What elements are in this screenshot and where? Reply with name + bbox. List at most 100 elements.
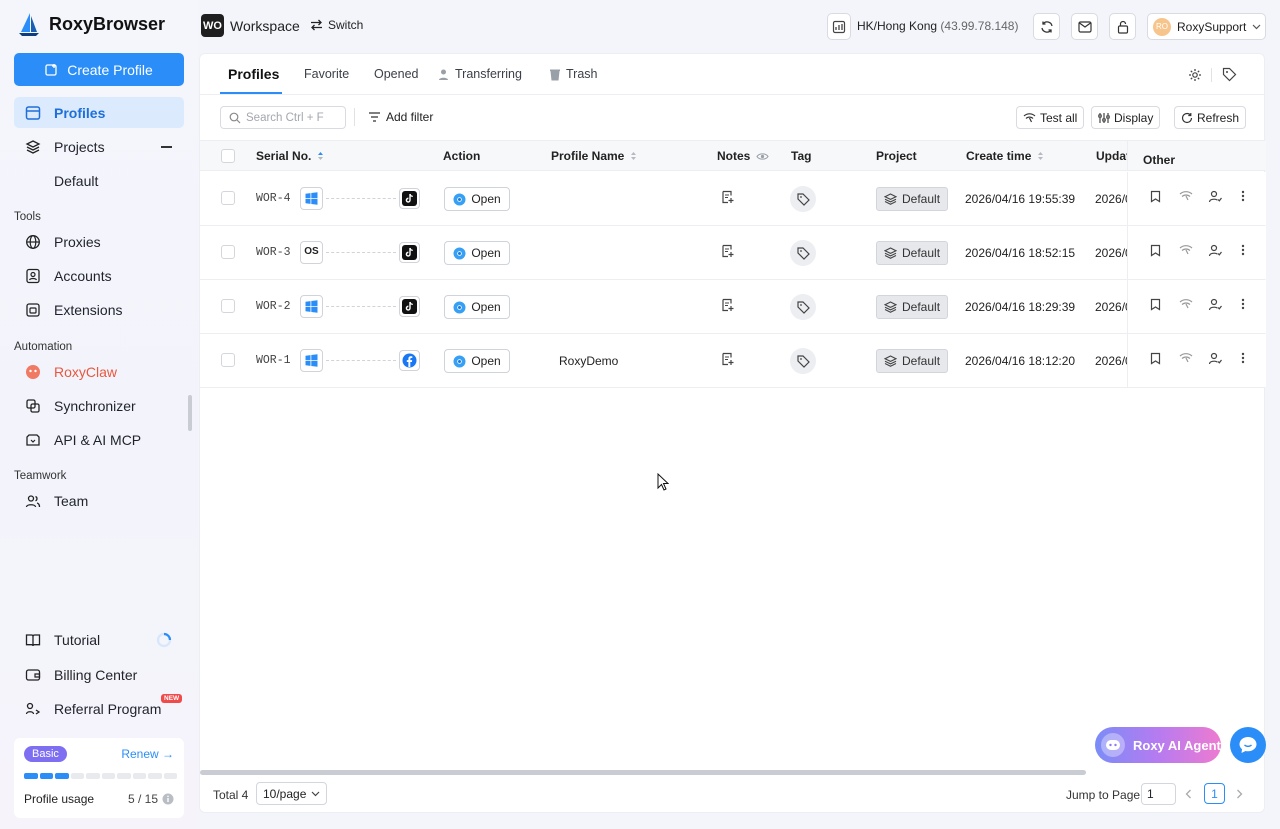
open-profile-button[interactable]: Open [444, 187, 510, 211]
tab-favorite[interactable]: Favorite [304, 67, 349, 81]
usage-segment [148, 773, 162, 779]
row-checkbox[interactable] [221, 191, 235, 205]
workspace-selector[interactable]: WO Workspace [201, 14, 300, 37]
proxy-check-icon[interactable] [1179, 190, 1193, 201]
platform-badge[interactable] [399, 296, 420, 317]
eye-icon[interactable] [756, 152, 769, 161]
sort-icon[interactable] [630, 151, 637, 161]
chat-support-button[interactable] [1230, 727, 1266, 763]
lock-button[interactable] [1109, 13, 1136, 40]
collapse-icon[interactable] [161, 146, 172, 148]
add-note-icon[interactable] [721, 244, 735, 258]
bookmark-icon[interactable] [1150, 244, 1161, 257]
display-button[interactable]: Display [1091, 106, 1161, 129]
tag-icon[interactable] [790, 240, 816, 266]
column-profile-name[interactable]: Profile Name [551, 149, 637, 163]
add-note-icon[interactable] [721, 352, 735, 366]
assign-user-icon[interactable] [1208, 352, 1222, 365]
add-note-icon[interactable] [721, 298, 735, 312]
renew-link[interactable]: Renew → [121, 747, 174, 761]
settings-icon[interactable] [1188, 68, 1202, 82]
proxy-status-button[interactable] [827, 13, 851, 40]
tab-opened[interactable]: Opened [374, 67, 418, 81]
proxy-check-icon[interactable] [1179, 298, 1193, 309]
create-profile-button[interactable]: Create Profile [14, 53, 184, 86]
sidebar-item-extensions[interactable]: Extensions [14, 294, 184, 325]
search-input[interactable] [246, 111, 341, 124]
platform-badge[interactable] [399, 242, 420, 263]
next-page-icon[interactable] [1236, 789, 1243, 799]
column-label: Profile Name [551, 149, 625, 163]
sort-icon[interactable] [1037, 151, 1044, 161]
table-row[interactable]: WOR-1 Open RoxyDemo Default 2026/04/16 18:12… [200, 334, 1266, 388]
prev-page-icon[interactable] [1185, 789, 1192, 799]
page-1-button[interactable]: 1 [1204, 783, 1225, 804]
horizontal-scrollbar[interactable] [200, 770, 1086, 775]
bookmark-icon[interactable] [1150, 190, 1161, 203]
sidebar-item-api[interactable]: API & AI MCP [14, 424, 184, 455]
sidebar-item-roxyclaw[interactable]: RoxyClaw [14, 356, 184, 387]
info-icon[interactable] [162, 793, 174, 805]
tag-icon[interactable] [790, 186, 816, 212]
column-create-time[interactable]: Create time [966, 149, 1044, 163]
open-profile-button[interactable]: Open [444, 241, 510, 265]
sidebar-item-team[interactable]: Team [14, 485, 184, 516]
tab-trash[interactable]: Trash [549, 67, 598, 81]
sort-icon[interactable] [317, 151, 324, 161]
sidebar-item-proxies[interactable]: Proxies [14, 226, 184, 257]
page-size-select[interactable]: 10/page [256, 782, 327, 805]
sidebar-item-referral[interactable]: Referral Program NEW [14, 693, 184, 724]
add-filter-button[interactable]: Add filter [368, 110, 433, 124]
ai-agent-button[interactable]: Roxy AI Agent [1095, 727, 1221, 763]
more-actions-icon[interactable] [1241, 352, 1245, 364]
user-menu[interactable]: RO RoxySupport [1147, 13, 1266, 40]
sync-button[interactable] [1033, 13, 1060, 40]
table-row[interactable]: WOR-4 Open Default 2026/04/16 19:55:39 2026/… [200, 172, 1266, 226]
proxy-check-icon[interactable] [1179, 352, 1193, 363]
column-update-time[interactable]: Update [1096, 149, 1127, 163]
proxy-check-icon[interactable] [1179, 244, 1193, 255]
tag-manager-icon[interactable] [1222, 67, 1237, 82]
assign-user-icon[interactable] [1208, 298, 1222, 311]
sidebar-scrollbar[interactable] [188, 395, 192, 431]
assign-user-icon[interactable] [1208, 244, 1222, 257]
select-all-checkbox[interactable] [221, 149, 235, 163]
row-checkbox[interactable] [221, 299, 235, 313]
sidebar-item-tutorial[interactable]: Tutorial [14, 624, 184, 655]
workspace-name: Workspace [230, 17, 300, 34]
tab-profiles[interactable]: Profiles [228, 66, 279, 82]
switch-label: Switch [328, 18, 364, 32]
table-row[interactable]: WOR-3 OS Open Default 2026/04/16 18:52:15 202… [200, 226, 1266, 280]
messages-button[interactable] [1071, 13, 1098, 40]
more-actions-icon[interactable] [1241, 244, 1245, 256]
more-actions-icon[interactable] [1241, 190, 1245, 202]
column-serial[interactable]: Serial No. [256, 149, 324, 163]
sidebar-item-projects[interactable]: Projects [14, 131, 184, 162]
add-note-icon[interactable] [721, 190, 735, 204]
assign-user-icon[interactable] [1208, 190, 1222, 203]
refresh-button[interactable]: Refresh [1174, 106, 1247, 129]
sidebar-item-synchronizer[interactable]: Synchronizer [14, 390, 184, 421]
row-checkbox[interactable] [221, 245, 235, 259]
platform-badge[interactable] [399, 188, 420, 209]
open-profile-button[interactable]: Open [444, 349, 510, 373]
switch-workspace-button[interactable]: Switch [310, 18, 363, 32]
more-actions-icon[interactable] [1241, 298, 1245, 310]
test-all-button[interactable]: Test all [1016, 106, 1085, 129]
platform-badge[interactable] [399, 350, 420, 371]
sidebar-item-profiles[interactable]: Profiles [14, 97, 184, 128]
search-box[interactable] [220, 106, 346, 129]
bookmark-icon[interactable] [1150, 298, 1161, 311]
bookmark-icon[interactable] [1150, 352, 1161, 365]
sidebar-item-accounts[interactable]: Accounts [14, 260, 184, 291]
project-default[interactable]: Default [54, 173, 98, 189]
tag-icon[interactable] [790, 294, 816, 320]
open-profile-button[interactable]: Open [444, 295, 510, 319]
app-logo[interactable]: RoxyBrowser [18, 12, 165, 36]
row-checkbox[interactable] [221, 353, 235, 367]
tag-icon[interactable] [790, 348, 816, 374]
table-row[interactable]: WOR-2 Open Default 2026/04/16 18:29:39 2026/… [200, 280, 1266, 334]
tab-transferring[interactable]: Transferring [437, 67, 522, 81]
jump-to-page-input[interactable]: 1 [1141, 783, 1176, 805]
sidebar-item-billing[interactable]: Billing Center [14, 659, 184, 690]
